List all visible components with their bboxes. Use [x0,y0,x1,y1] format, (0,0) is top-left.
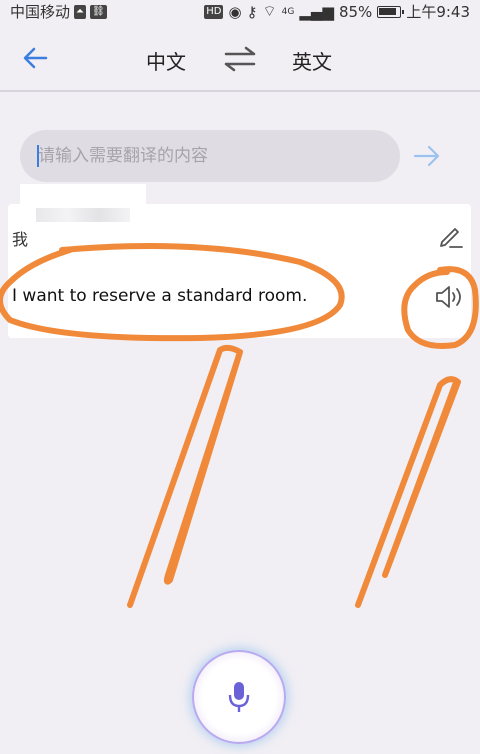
back-arrow-icon[interactable] [20,42,52,74]
translate-input[interactable] [20,130,400,182]
link-icon: ⛓ [90,4,107,19]
status-bar: 中国移动 ⏶ ⛓ HD ◉ ⚷ ⌔ 4G ▂▄▆ 85% 上午9:43 [0,0,480,22]
key-icon: ⚷ [246,2,258,21]
carrier-label: 中国移动 [10,3,71,21]
edit-icon[interactable] [436,224,464,250]
eye-icon: ◉ [228,2,242,21]
text-cursor [37,145,39,167]
microphone-icon [228,682,250,712]
swap-icon[interactable] [222,44,258,74]
annotation-overlay [0,243,479,608]
speaker-icon[interactable] [434,284,466,310]
send-arrow-icon[interactable] [412,142,442,170]
activity-icon: ⏶ [74,4,87,19]
translation-result: I want to reserve a standard room. [12,286,308,306]
source-language[interactable]: 中文 [146,46,186,75]
translation-card [8,204,471,338]
app-header: 中文 英文 [0,30,480,86]
header-divider [0,90,480,92]
annotation-arrow-left [127,344,243,608]
hd-badge: HD [204,4,224,19]
blurred-text [36,208,130,222]
source-text-end: 。 [148,232,165,251]
signal-icon: ▂▄▆ [299,2,334,21]
battery-percent: 85% [338,2,373,21]
voice-input-button[interactable] [192,650,286,744]
target-language[interactable]: 英文 [292,46,332,75]
battery-icon [377,5,405,18]
wifi-icon: ⌔ [262,2,277,20]
network-label: 4G [281,6,295,17]
annotation-arrow-right [355,376,461,608]
source-text: 我 [12,230,29,249]
clock: 上午9:43 [406,3,470,21]
